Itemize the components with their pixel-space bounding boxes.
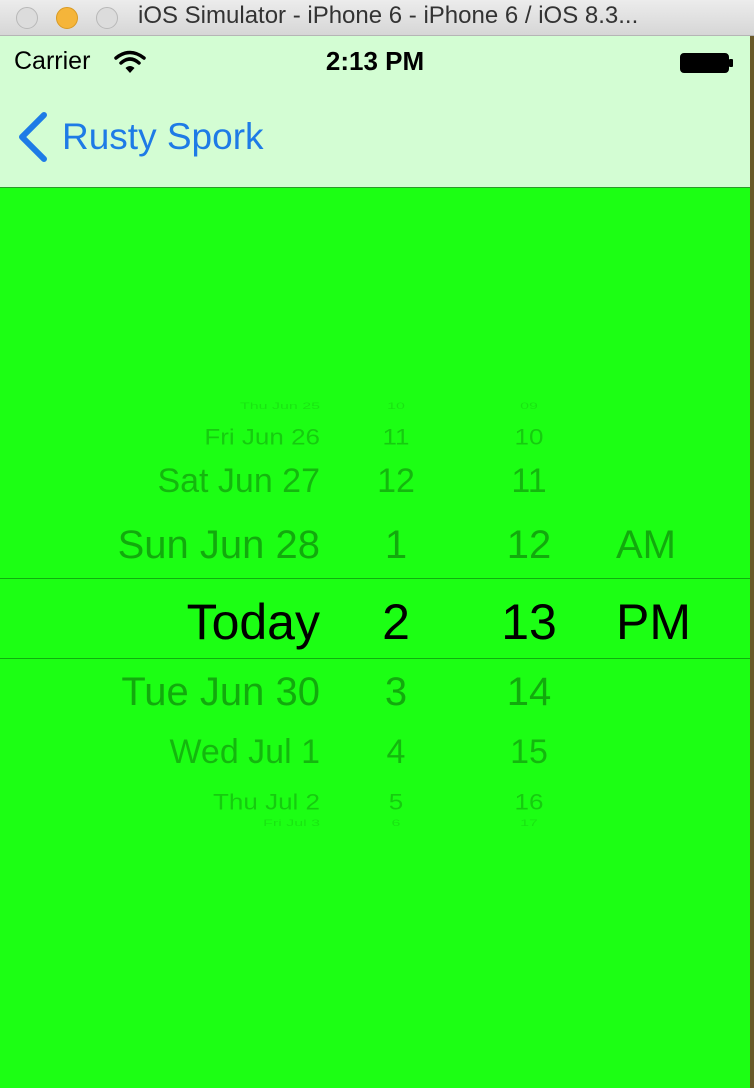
picker-hour-option[interactable]: 3 [346, 670, 446, 715]
picker-date-option[interactable]: Fri Jun 26 [204, 424, 320, 450]
picker-date-option[interactable]: Thu Jul 2 [213, 789, 320, 815]
status-bar: Carrier 2:13 PM [0, 36, 750, 84]
close-window-button[interactable] [16, 7, 38, 29]
back-button-label: Rusty Spork [62, 116, 264, 157]
picker-date-option[interactable]: Tue Jun 30 [121, 670, 320, 715]
picker-ampm-selected[interactable]: PM [616, 593, 691, 651]
picker-hour-option[interactable]: 10 [346, 402, 446, 412]
back-button[interactable]: Rusty Spork [16, 110, 264, 164]
minimize-window-button[interactable] [56, 7, 78, 29]
selection-line-top [0, 578, 750, 579]
picker-minute-option[interactable]: 16 [474, 789, 584, 815]
picker-date-option[interactable]: Sat Jun 27 [157, 462, 320, 501]
window-edge [750, 36, 754, 1088]
picker-hour-option[interactable]: 5 [346, 789, 446, 815]
picker-hour-option[interactable]: 6 [346, 819, 446, 829]
picker-hour-option[interactable]: 1 [346, 523, 446, 568]
picker-minute-option[interactable]: 17 [474, 819, 584, 829]
picker-hour-option[interactable]: 12 [346, 462, 446, 501]
picker-hour-option[interactable]: 11 [346, 424, 446, 450]
picker-ampm-option[interactable]: AM [616, 523, 676, 568]
date-time-picker[interactable]: Thu Jun 25 10 09 Fri Jun 26 11 10 Sat Jun 27 12… [0, 390, 750, 830]
picker-date-option[interactable]: Fri Jul 3 [263, 819, 320, 829]
picker-date-selected[interactable]: Today [187, 593, 320, 651]
chevron-left-icon [19, 112, 47, 162]
selection-line-bottom [0, 658, 750, 659]
picker-minute-selected[interactable]: 13 [474, 593, 584, 651]
picker-minute-option[interactable]: 09 [474, 402, 584, 412]
navigation-bar: Rusty Spork [0, 84, 750, 188]
picker-date-option[interactable]: Thu Jun 25 [240, 402, 320, 412]
picker-hour-option[interactable]: 4 [346, 733, 446, 772]
picker-date-option[interactable]: Sun Jun 28 [118, 523, 320, 568]
picker-minute-option[interactable]: 12 [474, 523, 584, 568]
picker-minute-option[interactable]: 11 [474, 462, 584, 501]
battery-icon [680, 53, 733, 73]
picker-minute-option[interactable]: 15 [474, 733, 584, 772]
picker-hour-selected[interactable]: 2 [346, 593, 446, 651]
status-time: 2:13 PM [325, 46, 425, 76]
window-titlebar: iOS Simulator - iPhone 6 - iPhone 6 / iO… [0, 0, 754, 36]
picker-minute-option[interactable]: 14 [474, 670, 584, 715]
window-title: iOS Simulator - iPhone 6 - iPhone 6 / iO… [138, 2, 639, 29]
zoom-window-button[interactable] [96, 7, 118, 29]
picker-minute-option[interactable]: 10 [474, 424, 584, 450]
picker-date-option[interactable]: Wed Jul 1 [169, 733, 320, 772]
